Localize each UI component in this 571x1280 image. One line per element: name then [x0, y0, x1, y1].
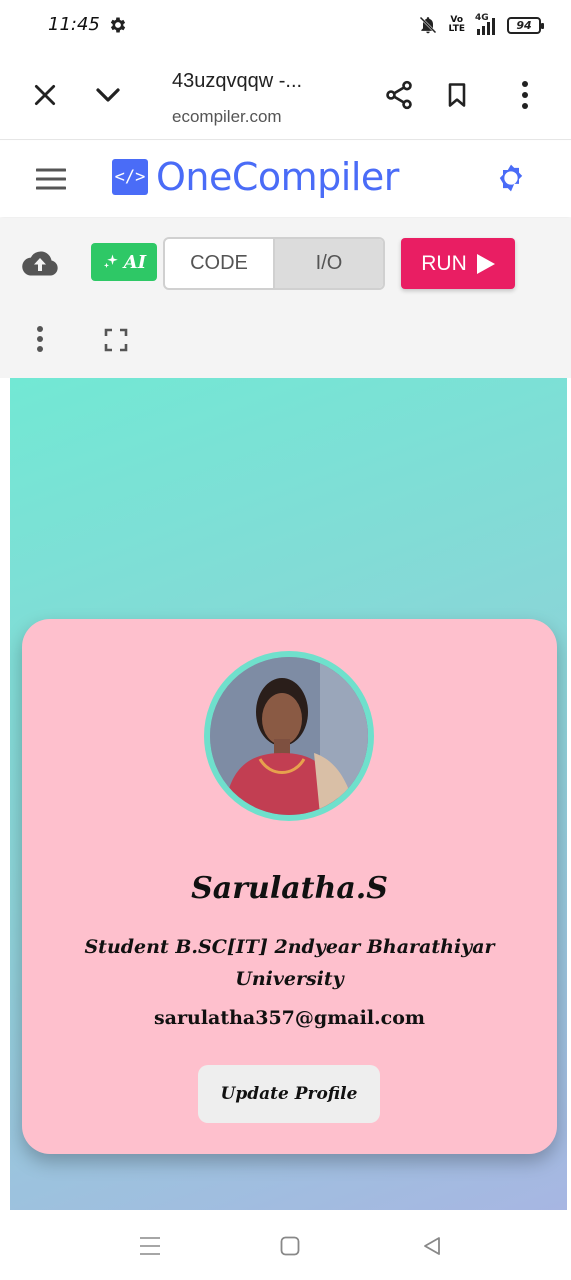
editor-toolbar: AI CODE I/O RUN	[0, 218, 571, 378]
tab-io[interactable]: I/O	[273, 239, 383, 288]
menu-icon[interactable]	[34, 163, 68, 195]
logo-text: OneCompiler	[156, 155, 399, 199]
avatar	[204, 651, 374, 821]
site-logo[interactable]: </> OneCompiler	[112, 155, 399, 199]
browser-toolbar: 43uzqvqqw -... ecompiler.com	[0, 50, 571, 140]
more-vert-icon[interactable]	[510, 78, 540, 112]
site-header: </> OneCompiler	[0, 141, 571, 217]
bookmark-icon[interactable]	[440, 77, 474, 113]
theme-toggle-icon[interactable]	[494, 161, 528, 195]
recents-icon[interactable]	[136, 1234, 164, 1258]
profile-description: Student B.SC[IT] 2ndyear Bharathiyar Uni…	[84, 936, 495, 990]
view-tab-group: CODE I/O	[163, 237, 385, 290]
ai-button[interactable]: AI	[91, 243, 157, 281]
page-title[interactable]: 43uzqvqqw -...	[172, 70, 302, 93]
status-time: 11:45	[48, 14, 100, 35]
fullscreen-icon[interactable]	[100, 324, 132, 356]
chevron-down-icon[interactable]	[90, 78, 126, 112]
volte-indicator: Vo LTE	[448, 15, 465, 34]
mute-icon	[420, 16, 437, 34]
gear-icon	[110, 17, 126, 33]
tab-code[interactable]: CODE	[165, 239, 273, 288]
profile-card: Sarulatha.S Student B.SC[IT] 2ndyear Bha…	[22, 619, 557, 1154]
system-nav-bar	[0, 1210, 571, 1280]
share-icon[interactable]	[381, 77, 417, 113]
battery-icon: 94	[507, 16, 544, 34]
back-icon[interactable]	[418, 1232, 446, 1260]
more-vert-icon[interactable]	[28, 322, 52, 356]
home-icon[interactable]	[276, 1232, 304, 1260]
status-bar: 11:45 Vo LTE 4G 94	[0, 0, 571, 50]
update-profile-button[interactable]: Update Profile	[198, 1065, 380, 1123]
output-preview: Sarulatha.S Student B.SC[IT] 2ndyear Bha…	[10, 378, 567, 1210]
play-icon	[476, 253, 495, 274]
status-indicators: Vo LTE 4G 94	[418, 13, 544, 36]
sparkle-icon	[103, 254, 118, 268]
url-domain[interactable]: ecompiler.com	[172, 107, 282, 127]
logo-mark: </>	[112, 159, 148, 195]
run-button[interactable]: RUN	[401, 238, 515, 289]
profile-name: Sarulatha.S	[191, 871, 388, 906]
cloud-upload-icon[interactable]	[20, 246, 60, 280]
close-icon[interactable]	[28, 78, 62, 112]
signal-icon: 4G	[475, 13, 497, 35]
profile-email: sarulatha357@gmail.com	[153, 1007, 426, 1029]
